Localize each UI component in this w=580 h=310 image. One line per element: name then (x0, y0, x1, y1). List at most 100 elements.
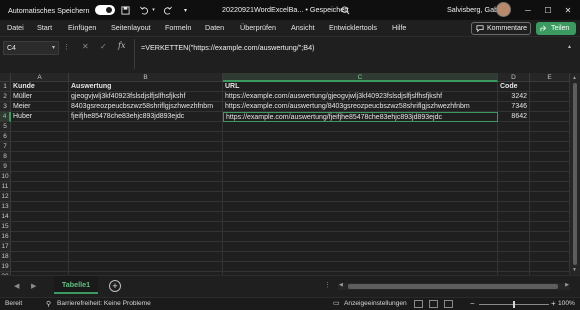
empty-cell[interactable] (530, 152, 570, 162)
empty-cell[interactable] (11, 142, 69, 152)
tab-einfuegen[interactable]: Einfügen (68, 23, 96, 32)
chevron-down-icon[interactable]: ▾ (52, 44, 55, 51)
cell-a3[interactable]: Meier (11, 102, 69, 112)
add-sheet-icon[interactable]: + (109, 280, 121, 292)
cell-d4[interactable]: 8642 (498, 112, 530, 122)
empty-cell[interactable] (11, 162, 69, 172)
empty-cell[interactable] (223, 242, 498, 252)
display-settings-button[interactable]: Anzeigeeinstellungen (344, 300, 407, 307)
cell-e3[interactable] (530, 102, 570, 112)
empty-cell[interactable] (498, 182, 530, 192)
share-button[interactable]: Teilen (536, 22, 576, 35)
empty-cell[interactable] (223, 192, 498, 202)
cell-b2[interactable]: gjeogvjwlj3kf40923fslsdjslfjslfhsfjkshf (69, 92, 223, 102)
empty-cell[interactable] (69, 122, 223, 132)
column-header-c[interactable]: C (223, 73, 498, 82)
cell-b4[interactable]: fjeifjhe85478che83ehjc893jd893ejdc (69, 112, 223, 122)
empty-cell[interactable] (498, 132, 530, 142)
page-break-view-icon[interactable] (444, 300, 453, 308)
column-header-d[interactable]: D (498, 73, 530, 82)
tab-datei[interactable]: Datei (7, 23, 24, 32)
row-header-16[interactable]: 16 (0, 232, 11, 242)
empty-cell[interactable] (69, 212, 223, 222)
empty-cell[interactable] (223, 162, 498, 172)
zoom-slider-thumb[interactable] (513, 301, 515, 308)
accessibility-status[interactable]: Barrierefreiheit: Keine Probleme (57, 300, 151, 307)
undo-icon[interactable] (137, 3, 151, 17)
empty-cell[interactable] (11, 172, 69, 182)
avatar[interactable] (496, 2, 511, 17)
empty-cell[interactable] (498, 152, 530, 162)
empty-cell[interactable] (498, 242, 530, 252)
tab-hilfe[interactable]: Hilfe (392, 23, 406, 32)
empty-cell[interactable] (69, 242, 223, 252)
row-header-6[interactable]: 6 (0, 132, 11, 142)
select-all-corner[interactable] (0, 73, 11, 82)
autosave-toggle[interactable] (94, 5, 115, 15)
maximize-icon[interactable]: ☐ (538, 0, 558, 20)
cell-a2[interactable]: Müller (11, 92, 69, 102)
empty-cell[interactable] (223, 182, 498, 192)
empty-cell[interactable] (498, 222, 530, 232)
empty-cell[interactable] (530, 202, 570, 212)
empty-cell[interactable] (11, 192, 69, 202)
tab-ansicht[interactable]: Ansicht (291, 23, 315, 32)
empty-cell[interactable] (69, 222, 223, 232)
empty-cell[interactable] (11, 252, 69, 262)
sheet-nav-right-icon[interactable]: ▶ (31, 282, 36, 290)
empty-cell[interactable] (223, 262, 498, 272)
zoom-out-icon[interactable]: − (470, 299, 475, 308)
row-header-17[interactable]: 17 (0, 242, 11, 252)
empty-cell[interactable] (11, 232, 69, 242)
accessibility-icon[interactable]: ⚲ (46, 300, 51, 308)
empty-cell[interactable] (69, 252, 223, 262)
empty-cell[interactable] (11, 242, 69, 252)
scroll-up-icon[interactable]: ▲ (572, 75, 577, 81)
cell-a1[interactable]: Kunde (11, 82, 69, 92)
empty-cell[interactable] (498, 202, 530, 212)
search-icon[interactable] (336, 3, 354, 17)
empty-cell[interactable] (498, 192, 530, 202)
row-header-2[interactable]: 2 (0, 92, 11, 102)
cell-b1[interactable]: Auswertung (69, 82, 223, 92)
redo-icon[interactable] (161, 3, 175, 17)
empty-cell[interactable] (11, 152, 69, 162)
empty-cell[interactable] (69, 152, 223, 162)
formula-input[interactable]: =VERKETTEN("https://example.com/auswertu… (134, 39, 566, 69)
empty-cell[interactable] (223, 222, 498, 232)
empty-cell[interactable] (530, 192, 570, 202)
cell-c3[interactable]: https://example.com/auswertung/8403gsreo… (223, 102, 498, 112)
empty-cell[interactable] (223, 152, 498, 162)
cell-c4-selected[interactable]: https://example.com/auswertung/fjeifjhe8… (223, 112, 498, 122)
empty-cell[interactable] (498, 162, 530, 172)
zoom-level[interactable]: 100% (558, 300, 575, 307)
empty-cell[interactable] (530, 162, 570, 172)
empty-cell[interactable] (223, 132, 498, 142)
empty-cell[interactable] (223, 172, 498, 182)
more-options-icon[interactable]: ⋮ (63, 43, 70, 51)
empty-cell[interactable] (530, 132, 570, 142)
cell-d1[interactable]: Code (498, 82, 530, 92)
row-header-15[interactable]: 15 (0, 222, 11, 232)
scroll-down-icon[interactable]: ▼ (572, 267, 577, 273)
scroll-right-icon[interactable]: ▶ (565, 282, 569, 288)
empty-cell[interactable] (69, 262, 223, 272)
row-header-7[interactable]: 7 (0, 142, 11, 152)
cell-a4[interactable]: Huber (11, 112, 69, 122)
row-header-14[interactable]: 14 (0, 212, 11, 222)
empty-cell[interactable] (223, 212, 498, 222)
empty-cell[interactable] (223, 202, 498, 212)
document-title[interactable]: 20220921WordExcelBa... • Gespeichert (222, 5, 349, 14)
cell-e1[interactable] (530, 82, 570, 92)
normal-view-icon[interactable] (414, 300, 423, 308)
column-header-a[interactable]: A (11, 73, 69, 82)
empty-cell[interactable] (223, 142, 498, 152)
vertical-scrollbar[interactable]: ▲ ▼ (570, 73, 580, 275)
empty-cell[interactable] (530, 142, 570, 152)
sheet-nav-left-icon[interactable]: ◀ (14, 282, 19, 290)
tab-ueberpruefen[interactable]: Überprüfen (240, 23, 276, 32)
empty-cell[interactable] (11, 132, 69, 142)
row-header-10[interactable]: 10 (0, 172, 11, 182)
row-header-19[interactable]: 19 (0, 262, 11, 272)
empty-cell[interactable] (69, 202, 223, 212)
